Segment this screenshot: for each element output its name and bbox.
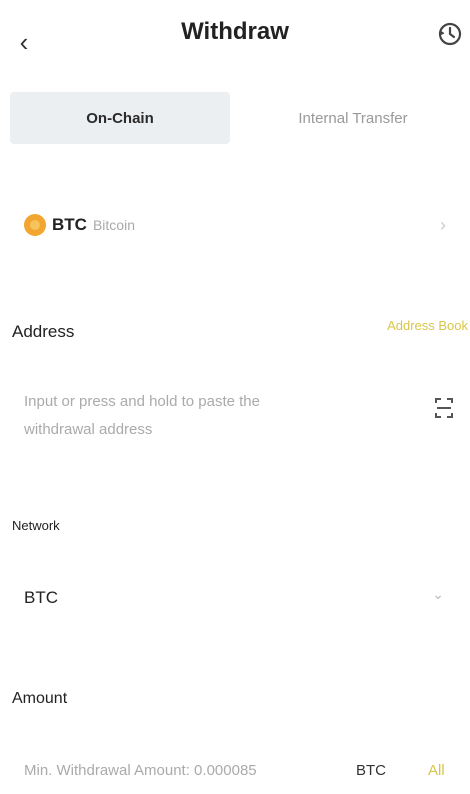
amount-placeholder: Min. Withdrawal Amount: 0.000085 <box>24 762 257 779</box>
amount-label: Amount <box>12 690 68 707</box>
scan-icon <box>435 398 453 418</box>
history-button[interactable] <box>436 20 464 48</box>
tab-bar: On-Chain Internal Transfer <box>10 92 470 144</box>
network-select[interactable]: BTC <box>24 588 58 608</box>
amount-all-button[interactable]: All <box>428 762 445 779</box>
network-label: Network <box>12 518 60 533</box>
address-placeholder-line2: withdrawal address <box>24 421 153 438</box>
address-book-link[interactable]: Address Book <box>387 318 468 333</box>
amount-input[interactable]: Min. Withdrawal Amount: 0.000085 BTC All <box>24 762 470 790</box>
header: ‹ Withdraw <box>0 0 470 70</box>
amount-unit: BTC <box>356 762 386 779</box>
bitcoin-glyph <box>30 220 40 230</box>
coin-name: Bitcoin <box>92 217 135 233</box>
history-icon <box>438 22 462 46</box>
tab-internal-transfer[interactable]: Internal Transfer <box>240 92 466 144</box>
bitcoin-icon <box>24 214 46 236</box>
scan-button[interactable] <box>434 396 454 420</box>
chevron-right-icon: › <box>440 214 446 235</box>
coin-selector[interactable]: BTC Bitcoin › <box>24 200 454 250</box>
address-input[interactable]: Input or press and hold to paste the wit… <box>24 388 354 444</box>
tab-on-chain[interactable]: On-Chain <box>10 92 230 144</box>
chevron-down-icon[interactable]: ⌄ <box>432 586 444 603</box>
page-title: Withdraw <box>181 18 289 45</box>
address-label: Address <box>12 322 75 341</box>
address-placeholder-line1: Input or press and hold to paste the <box>24 393 260 410</box>
coin-symbol: BTC <box>52 215 87 234</box>
